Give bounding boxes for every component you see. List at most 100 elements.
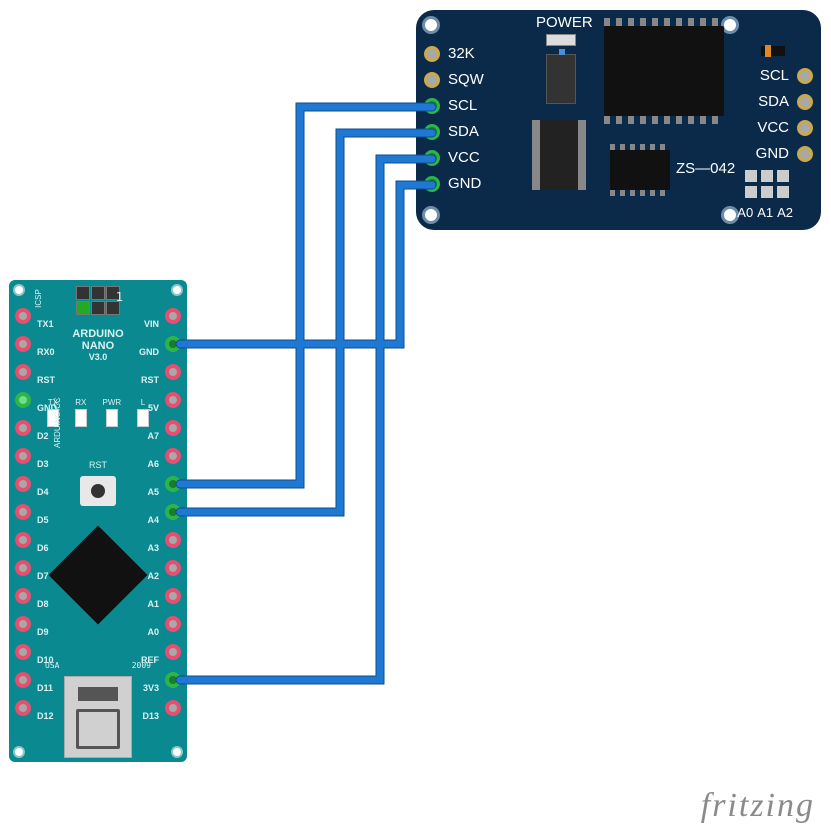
pin-A6 — [165, 448, 181, 464]
pin-A3 — [165, 532, 181, 548]
pin-D3 — [15, 448, 31, 464]
lbl-A4: A4 — [139, 512, 159, 528]
rtc-lbl-GND: GND — [448, 176, 484, 192]
rtc-pin-VCC — [424, 150, 440, 166]
arduino-name: NANO — [72, 340, 123, 352]
mounting-hole — [13, 746, 25, 758]
pin-RST-r — [165, 364, 181, 380]
rtc-pin-VCC-r — [797, 120, 813, 136]
pin-A4 — [165, 504, 181, 520]
wire-3V3-VCC — [180, 159, 432, 680]
rtc-left-pin-labels: 32K SQW SCL SDA VCC GND — [448, 46, 484, 192]
pin-A2 — [165, 560, 181, 576]
pin-D12 — [15, 700, 31, 716]
rtc-lbl-VCC: VCC — [448, 150, 484, 166]
pin-RX0 — [15, 336, 31, 352]
lbl-D4: D4 — [37, 484, 57, 500]
crystal-icon — [546, 54, 576, 104]
pin-A7 — [165, 420, 181, 436]
pin-D6 — [15, 532, 31, 548]
lbl-D13: D13 — [139, 708, 159, 724]
mounting-hole — [171, 284, 183, 296]
pin-D9 — [15, 616, 31, 632]
lbl-RX0: RX0 — [37, 344, 57, 360]
left-pin-row — [15, 308, 31, 716]
rtc-right-pin-labels: SCL SDA VCC GND — [756, 68, 789, 162]
diagram-canvas: ICSP 1 ARDUINO NANO V3.0 TX1 RX0 — [0, 0, 831, 837]
rtc-pin-GND-r — [797, 146, 813, 162]
right-pin-row — [165, 308, 181, 716]
usb-connector-icon — [64, 676, 132, 758]
rtc-rlbl-VCC: VCC — [756, 120, 789, 136]
rtc-left-pins — [424, 46, 440, 192]
pin1-label: 1 — [116, 290, 123, 304]
lbl-A7: A7 — [139, 428, 159, 444]
lbl-A1: A1 — [139, 596, 159, 612]
lbl-RST-r: RST — [139, 372, 159, 388]
rtc-lbl-SQW: SQW — [448, 72, 484, 88]
lbl-A0: A0 — [139, 624, 159, 640]
pin-RST-l — [15, 364, 31, 380]
reset-label: RST — [89, 460, 107, 470]
rtc-lbl-32K: 32K — [448, 46, 484, 62]
power-led-icon — [546, 34, 576, 46]
arduino-logo: ARDUINO NANO V3.0 — [72, 328, 123, 362]
rtc-lbl-SCL: SCL — [448, 98, 484, 114]
arduino-nano-board: ICSP 1 ARDUINO NANO V3.0 TX1 RX0 — [9, 280, 187, 762]
pin-A5 — [165, 476, 181, 492]
pin-A1 — [165, 588, 181, 604]
rtc-module-board: POWER ZS—042 32K SQW SCL SDA VCC GND — [416, 10, 821, 230]
pin-D13 — [165, 700, 181, 716]
battery-holder-icon — [532, 120, 586, 190]
lbl-A6: A6 — [139, 456, 159, 472]
led-rx: RX — [75, 398, 86, 407]
rtc-pin-SDA-r — [797, 94, 813, 110]
pin-3V3 — [165, 672, 181, 688]
eeprom-ic-icon — [610, 150, 670, 190]
mounting-hole — [13, 284, 25, 296]
rtc-pin-32K — [424, 46, 440, 62]
mounting-hole — [422, 206, 440, 224]
resistor-icon — [761, 46, 785, 56]
rtc-rlbl-SCL: SCL — [756, 68, 789, 84]
rtc-pin-GND — [424, 176, 440, 192]
rtc-right-pins — [797, 68, 813, 162]
lbl-TX1: TX1 — [37, 316, 57, 332]
wire-A4-SDA — [180, 133, 432, 512]
addr-A2: A2 — [777, 205, 793, 220]
lbl-D3: D3 — [37, 456, 57, 472]
rtc-pin-SQW — [424, 72, 440, 88]
wire-A5-SCL — [180, 107, 432, 484]
lbl-A3: A3 — [139, 540, 159, 556]
icsp-label: ICSP — [34, 289, 43, 308]
lbl-VIN: VIN — [139, 316, 159, 332]
pin-GND-l — [15, 392, 31, 408]
fritzing-watermark: fritzing — [701, 787, 815, 825]
rtc-power-label: POWER — [536, 14, 593, 31]
ds3231-ic-icon — [604, 26, 724, 116]
usa-label: USA — [45, 661, 59, 670]
pin-D2 — [15, 420, 31, 436]
mcu-chip-icon — [49, 526, 148, 625]
pin-D10 — [15, 644, 31, 660]
lbl-D9: D9 — [37, 624, 57, 640]
lbl-D8: D8 — [37, 596, 57, 612]
icsp-header — [76, 286, 120, 315]
address-pads-bottom — [745, 186, 789, 198]
lbl-D6: D6 — [37, 540, 57, 556]
pin-D7 — [15, 560, 31, 576]
address-pads-top — [745, 170, 789, 182]
lbl-3V3: 3V3 — [139, 680, 159, 696]
mounting-hole — [171, 746, 183, 758]
pin-VIN — [165, 308, 181, 324]
rtc-pin-SDA — [424, 124, 440, 140]
mounting-hole — [422, 16, 440, 34]
addr-A1: A1 — [757, 205, 773, 220]
lbl-GND-r: GND — [139, 344, 159, 360]
pin-GND-r — [165, 336, 181, 352]
lbl-RST-l: RST — [37, 372, 57, 388]
addr-A0: A0 — [737, 205, 753, 220]
arduino-url: ARDUINO.CC — [53, 397, 62, 448]
lbl-D12: D12 — [37, 708, 57, 724]
reset-button — [80, 476, 116, 506]
